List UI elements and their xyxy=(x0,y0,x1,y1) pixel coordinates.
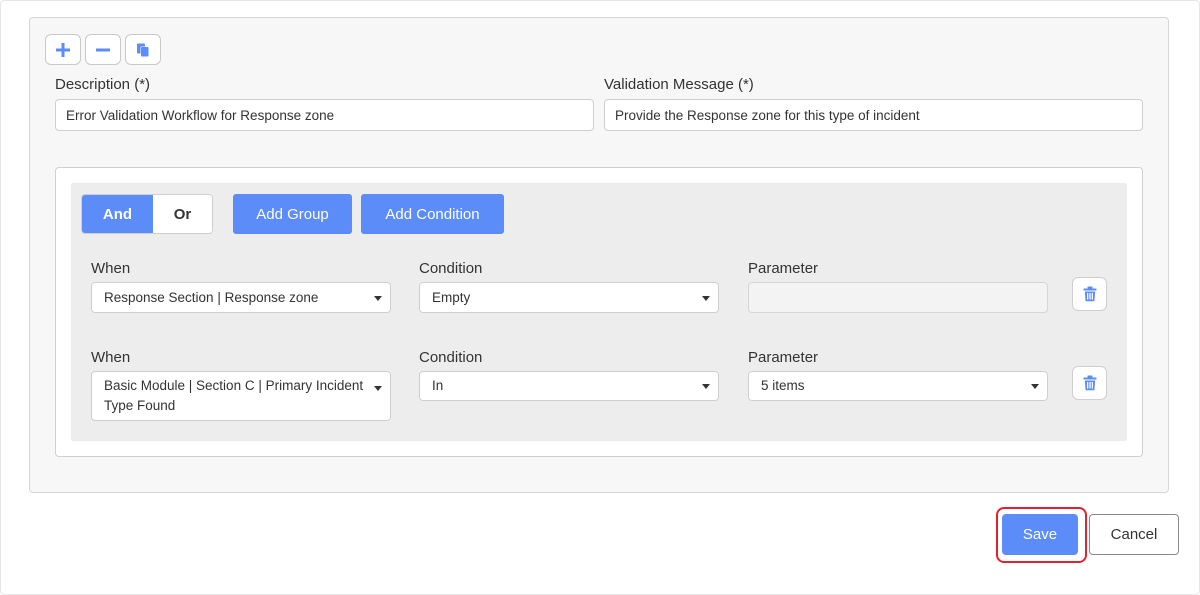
condition-select-value: In xyxy=(432,378,444,393)
add-group-button[interactable]: Add Group xyxy=(233,194,352,234)
when-label: When xyxy=(91,349,131,366)
parameter-input-disabled xyxy=(748,282,1048,313)
plus-icon xyxy=(56,42,70,57)
caret-down-icon xyxy=(702,384,710,389)
trash-icon xyxy=(1083,375,1096,391)
add-condition-button[interactable]: Add Condition xyxy=(361,194,504,234)
copy-rule-button[interactable] xyxy=(125,34,161,65)
remove-rule-button[interactable] xyxy=(85,34,121,65)
add-rule-button[interactable] xyxy=(45,34,81,65)
parameter-select-value: 5 items xyxy=(761,378,805,393)
parameter-label: Parameter xyxy=(748,349,819,366)
condition-select[interactable]: In xyxy=(419,371,719,401)
copy-icon xyxy=(137,43,149,57)
condition-select[interactable]: Empty xyxy=(419,282,719,313)
condition-label: Condition xyxy=(419,349,483,366)
description-label: Description (*) xyxy=(55,76,151,93)
validation-message-input[interactable]: Provide the Response zone for this type … xyxy=(604,99,1143,131)
save-button[interactable]: Save xyxy=(1002,514,1078,555)
caret-down-icon xyxy=(374,295,382,301)
minus-icon xyxy=(96,48,110,51)
description-input[interactable]: Error Validation Workflow for Response z… xyxy=(55,99,594,131)
when-select[interactable]: Response Section | Response zone xyxy=(91,282,391,313)
parameter-select[interactable]: 5 items xyxy=(748,371,1048,401)
condition-select-value: Empty xyxy=(432,289,471,305)
caret-down-icon xyxy=(1031,384,1039,389)
delete-condition-button[interactable] xyxy=(1072,277,1107,311)
logic-operator-toggle: And Or xyxy=(81,194,213,234)
and-toggle[interactable]: And xyxy=(82,195,153,233)
delete-condition-button[interactable] xyxy=(1072,366,1107,400)
caret-down-icon xyxy=(702,295,710,301)
when-label: When xyxy=(91,260,131,277)
cancel-button[interactable]: Cancel xyxy=(1089,514,1179,555)
parameter-label: Parameter xyxy=(748,260,819,277)
condition-label: Condition xyxy=(419,260,483,277)
when-select-value: Basic Module | Section C | Primary Incid… xyxy=(104,378,364,413)
validation-message-label: Validation Message (*) xyxy=(604,76,754,93)
caret-down-icon xyxy=(374,386,382,391)
trash-icon xyxy=(1083,286,1096,302)
when-select[interactable]: Basic Module | Section C | Primary Incid… xyxy=(91,371,391,421)
or-toggle[interactable]: Or xyxy=(153,195,212,233)
when-select-value: Response Section | Response zone xyxy=(104,289,319,305)
